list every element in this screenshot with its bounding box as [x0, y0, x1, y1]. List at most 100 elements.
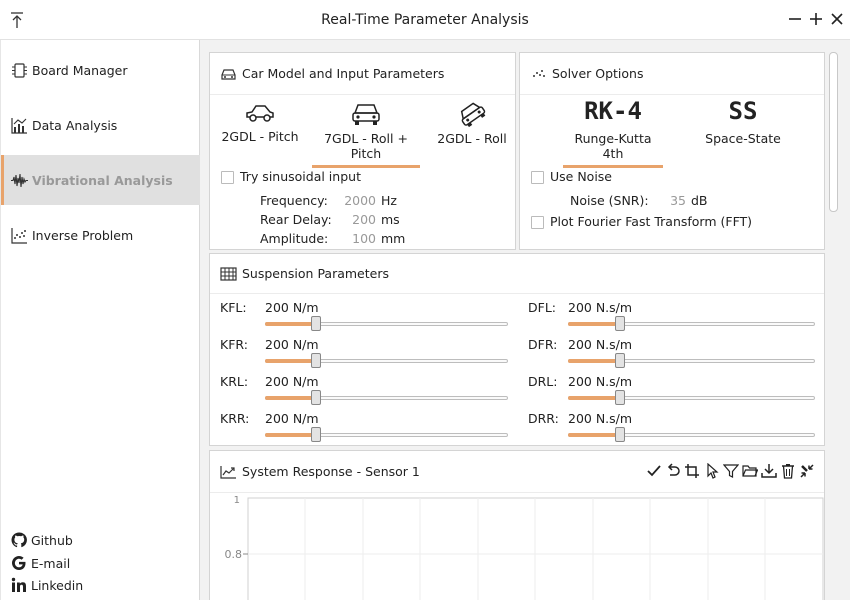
krr-label: KRR: — [220, 411, 250, 426]
linkedin-link[interactable]: Linkedin — [11, 575, 83, 595]
crop-icon[interactable] — [684, 463, 700, 479]
method-tab-rk4[interactable]: Runge-Kutta 4th — [563, 131, 663, 168]
drl-label: DRL: — [528, 374, 558, 389]
sidebar-item-label: Data Analysis — [32, 117, 118, 133]
suspension-header: Suspension Parameters — [210, 254, 824, 294]
y-tick-label: 0.8 — [225, 548, 243, 561]
sidebar-item-data-analysis[interactable]: Data Analysis — [1, 100, 200, 150]
fft-label: Plot Fourier Fast Transform (FFT) — [550, 214, 753, 229]
dfl-slider[interactable] — [568, 315, 815, 331]
filter-icon[interactable] — [723, 463, 739, 479]
drl-slider[interactable] — [568, 389, 815, 405]
chip-icon — [12, 62, 27, 78]
model-tab-2gdl-roll[interactable]: 2GDL - Roll — [432, 101, 512, 146]
slider-handle[interactable] — [311, 427, 322, 442]
frequency-label: Frequency: — [260, 193, 328, 208]
model-tab-label: 7GDL - Roll + Pitch — [324, 131, 408, 161]
rear-delay-value[interactable]: 200 — [326, 212, 376, 227]
dfr-slider[interactable] — [568, 352, 815, 368]
sidebar-item-vibrational-analysis[interactable]: Vibrational Analysis — [1, 155, 200, 205]
email-label: E-mail — [31, 555, 71, 571]
kfr-label: KFR: — [220, 337, 248, 352]
car-icon — [221, 68, 236, 80]
drl-value: 200 N.s/m — [568, 374, 633, 389]
response-plot[interactable]: 1 0.8 — [210, 494, 824, 600]
model-tab-label: 2GDL - Roll — [437, 131, 507, 146]
kfr-value: 200 N/m — [265, 337, 319, 352]
noise-label: Use Noise — [550, 169, 612, 184]
method-tab-label: Space-State — [705, 131, 781, 146]
krl-slider[interactable] — [265, 389, 508, 405]
check-icon[interactable] — [646, 463, 662, 479]
github-link[interactable]: Github — [11, 530, 73, 550]
email-link[interactable]: E-mail — [11, 553, 70, 573]
krr-slider[interactable] — [265, 426, 508, 442]
google-icon — [12, 555, 26, 571]
noise-snr-label: Noise (SNR): — [570, 193, 649, 208]
noise-checkbox[interactable] — [531, 171, 544, 184]
download-icon[interactable] — [761, 463, 777, 479]
fft-checkbox[interactable] — [531, 216, 544, 229]
kfr-slider[interactable] — [265, 352, 508, 368]
minimize-icon[interactable] — [786, 10, 804, 28]
car-model-header: Car Model and Input Parameters — [210, 53, 515, 95]
car-side-icon — [246, 105, 274, 122]
sidebar: Board Manager Data Analysis Vibrational … — [0, 40, 200, 600]
solver-title: Solver Options — [552, 66, 644, 81]
frequency-unit: Hz — [381, 193, 397, 208]
car-front-icon — [352, 104, 380, 125]
folder-icon[interactable] — [742, 463, 758, 479]
sparkle-icon — [533, 69, 545, 77]
slider-handle[interactable] — [614, 427, 625, 442]
amplitude-label: Amplitude: — [260, 231, 329, 246]
slider-handle[interactable] — [614, 316, 625, 331]
title-bar: Real-Time Parameter Analysis — [0, 0, 850, 40]
window-title: Real-Time Parameter Analysis — [321, 12, 529, 28]
system-response-panel: System Response - Sensor 1 1 0.8 — [209, 450, 825, 600]
slider-handle[interactable] — [614, 353, 625, 368]
vertical-scrollbar[interactable] — [829, 52, 838, 212]
pointer-icon[interactable] — [704, 463, 720, 479]
solver-header: Solver Options — [520, 53, 824, 95]
rear-delay-unit: ms — [381, 212, 400, 227]
waveform-icon — [11, 173, 28, 187]
sinusoidal-label: Try sinusoidal input — [240, 169, 361, 184]
sidebar-item-board-manager[interactable]: Board Manager — [1, 45, 200, 95]
slider-handle[interactable] — [311, 353, 322, 368]
sidebar-item-label: Board Manager — [32, 62, 128, 78]
linkedin-icon — [11, 577, 26, 592]
model-tab-2gdl-pitch[interactable]: 2GDL - Pitch — [220, 101, 300, 144]
suspension-title: Suspension Parameters — [242, 266, 389, 281]
car-model-title: Car Model and Input Parameters — [242, 66, 445, 81]
slider-handle[interactable] — [311, 316, 322, 331]
system-response-title: System Response - Sensor 1 — [242, 464, 420, 479]
y-tick-label: 1 — [234, 495, 240, 506]
dfr-value: 200 N.s/m — [568, 337, 633, 352]
frequency-value[interactable]: 2000 — [326, 193, 376, 208]
noise-snr-value[interactable]: 35 — [650, 193, 686, 208]
linkedin-label: Linkedin — [31, 577, 84, 593]
drr-slider[interactable] — [568, 426, 815, 442]
selected-method-underline — [563, 165, 663, 168]
krl-value: 200 N/m — [265, 374, 319, 389]
undo-icon[interactable] — [665, 463, 681, 479]
rk4-big-label[interactable]: RK-4 — [563, 97, 663, 125]
collapse-icon[interactable] — [799, 463, 815, 479]
sidebar-item-inverse-problem[interactable]: Inverse Problem — [1, 210, 200, 260]
slider-handle[interactable] — [614, 390, 625, 405]
grid-icon — [220, 266, 237, 281]
github-label: Github — [31, 532, 73, 548]
close-icon[interactable] — [828, 10, 846, 28]
amplitude-value[interactable]: 100 — [326, 231, 376, 246]
kfl-value: 200 N/m — [265, 300, 319, 315]
sinusoidal-checkbox[interactable] — [221, 171, 234, 184]
ss-big-label[interactable]: SS — [693, 97, 793, 125]
kfl-slider[interactable] — [265, 315, 508, 331]
model-tab-7gdl-roll-pitch[interactable]: 7GDL - Roll + Pitch — [312, 101, 420, 168]
slider-handle[interactable] — [311, 390, 322, 405]
trash-icon[interactable] — [780, 463, 796, 479]
dfr-label: DFR: — [528, 337, 558, 352]
car-model-panel: Car Model and Input Parameters 2GDL - Pi… — [209, 52, 516, 250]
maximize-icon[interactable] — [807, 10, 825, 28]
method-tab-ss[interactable]: Space-State — [693, 131, 793, 146]
